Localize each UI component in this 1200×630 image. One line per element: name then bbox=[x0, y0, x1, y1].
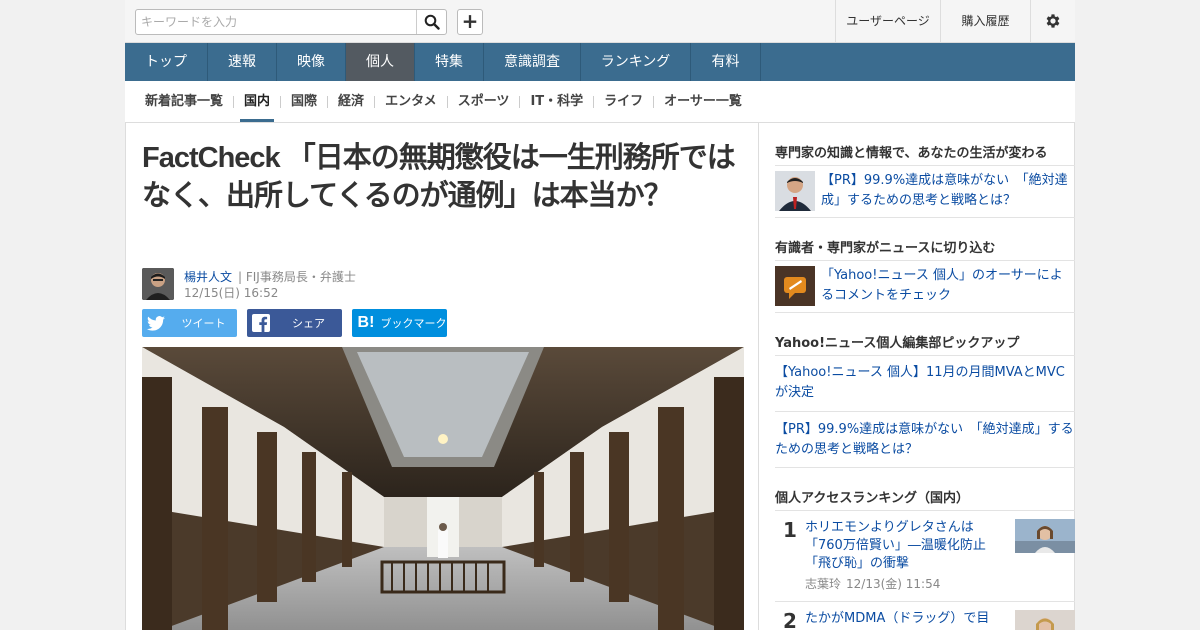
twitter-share-label: ツイート bbox=[181, 317, 226, 330]
divider bbox=[775, 312, 1075, 313]
news-photo bbox=[1015, 610, 1075, 630]
author-avatar[interactable] bbox=[142, 268, 174, 300]
subnav-sports[interactable]: スポーツ bbox=[448, 81, 520, 122]
ranking-item-author: 志葉玲 bbox=[805, 577, 842, 591]
facebook-icon bbox=[247, 309, 275, 337]
settings-button[interactable] bbox=[1030, 0, 1075, 42]
top-bar: + ユーザーページ 購入履歴 bbox=[125, 0, 1075, 43]
nav-individual[interactable]: 個人 bbox=[346, 43, 415, 81]
plus-icon: + bbox=[461, 9, 479, 33]
subnav-life[interactable]: ライフ bbox=[594, 81, 653, 122]
author-photo bbox=[142, 268, 174, 300]
subnav-international[interactable]: 国際 bbox=[281, 81, 327, 122]
subnav-it-science[interactable]: IT・科学 bbox=[520, 81, 593, 122]
comment-pen-icon bbox=[775, 266, 815, 306]
search-button[interactable] bbox=[416, 10, 446, 34]
nav-ranking[interactable]: ランキング bbox=[581, 43, 691, 81]
subnav-author-list[interactable]: オーサー一覧 bbox=[654, 81, 752, 122]
search-input[interactable] bbox=[136, 10, 418, 34]
twitter-share-button[interactable]: ツイート bbox=[142, 309, 237, 337]
user-page-link[interactable]: ユーザーページ bbox=[835, 0, 940, 42]
nav-paid[interactable]: 有料 bbox=[691, 43, 761, 81]
author-comment-link[interactable]: 「Yahoo!ニュース 個人」のオーサーによるコメントをチェック bbox=[821, 266, 1075, 306]
subnav-domestic[interactable]: 国内 bbox=[234, 81, 280, 122]
expert-thumbnail[interactable] bbox=[775, 171, 815, 211]
ranking-item-thumbnail[interactable] bbox=[1015, 519, 1075, 553]
add-button[interactable]: + bbox=[457, 9, 483, 35]
article-hero-image bbox=[142, 347, 744, 630]
hatena-bookmark-button[interactable]: B! ブックマーク bbox=[352, 309, 447, 337]
subnav-entertainment[interactable]: エンタメ bbox=[375, 81, 447, 122]
author-role: | FIJ事務局長・弁護士 bbox=[238, 270, 356, 284]
expert-section-heading: 専門家の知識と情報で、あなたの生活が変わる bbox=[775, 146, 1048, 161]
gear-icon bbox=[1046, 14, 1060, 28]
ranking-number: 1 bbox=[783, 518, 797, 542]
nav-top[interactable]: トップ bbox=[125, 43, 208, 81]
article-date: 12/15(日) 16:52 bbox=[184, 286, 279, 300]
news-photo bbox=[1015, 519, 1075, 553]
ranking-item-title[interactable]: たかがMDMA（ドラッグ）で目 bbox=[805, 610, 1005, 628]
pickup-link[interactable]: 【PR】99.9%達成は意味がない 「絶対達成」するための思考と戦略とは？ bbox=[775, 420, 1075, 460]
author-name[interactable]: 楊井人文 bbox=[184, 268, 232, 285]
divider bbox=[775, 601, 1075, 602]
article: FactCheck 「日本の無期懲役は一生刑務所ではなく、出所してくるのが通例」… bbox=[125, 122, 759, 630]
ranking-item-date: 12/13(金) 11:54 bbox=[846, 577, 941, 591]
divider bbox=[775, 467, 1075, 468]
nav-breaking[interactable]: 速報 bbox=[208, 43, 277, 81]
ranking-item-title[interactable]: ホリエモンよりグレタさんは「760万倍賢い」―温暖化防止「飛び恥」の衝撃 bbox=[805, 519, 1005, 573]
pickup-link[interactable]: 【Yahoo!ニュース 個人】11月の月間MVAとMVCが決定 bbox=[775, 363, 1065, 403]
commentary-section-heading: 有識者・専門家がニュースに切り込む bbox=[775, 241, 996, 256]
nav-survey[interactable]: 意識調査 bbox=[484, 43, 581, 81]
ranking-heading: 個人アクセスランキング（国内） bbox=[775, 491, 969, 506]
ranking-item-thumbnail[interactable] bbox=[1015, 610, 1075, 630]
divider bbox=[775, 260, 1075, 261]
expert-pr-link[interactable]: 【PR】99.9%達成は意味がない 「絶対達成」するための思考と戦略とは？ bbox=[821, 171, 1075, 211]
divider bbox=[775, 355, 1075, 356]
search-icon bbox=[424, 14, 440, 30]
hatena-bookmark-label: ブックマーク bbox=[380, 317, 447, 330]
ranking-number: 2 bbox=[783, 609, 797, 630]
article-title: FactCheck 「日本の無期懲役は一生刑務所ではなく、出所してくるのが通例」… bbox=[142, 142, 736, 212]
divider bbox=[775, 217, 1075, 218]
prison-corridor-photo bbox=[142, 347, 744, 630]
subnav-economy[interactable]: 経済 bbox=[328, 81, 374, 122]
person-photo bbox=[775, 171, 815, 211]
purchase-history-link[interactable]: 購入履歴 bbox=[940, 0, 1030, 42]
hatena-bookmark-icon: B! bbox=[357, 314, 375, 331]
divider bbox=[775, 510, 1075, 511]
divider bbox=[775, 165, 1075, 166]
twitter-icon bbox=[142, 309, 170, 337]
facebook-share-button[interactable]: シェア bbox=[247, 309, 342, 337]
editor-pickup-heading: Yahoo!ニュース個人編集部ピックアップ bbox=[775, 336, 1020, 351]
main-nav: トップ 速報 映像 個人 特集 意識調査 ランキング 有料 bbox=[125, 43, 1075, 81]
subnav-new-articles[interactable]: 新着記事一覧 bbox=[135, 81, 233, 122]
sidebar: 専門家の知識と情報で、あなたの生活が変わる 【PR】99.9%達成は意味がない … bbox=[759, 122, 1075, 630]
nav-video[interactable]: 映像 bbox=[277, 43, 346, 81]
sub-nav: 新着記事一覧 国内 国際 経済 エンタメ スポーツ IT・科学 ライフ オーサー… bbox=[135, 81, 752, 122]
divider bbox=[775, 411, 1075, 412]
comment-thumbnail[interactable] bbox=[775, 266, 815, 306]
facebook-share-label: シェア bbox=[292, 317, 325, 330]
nav-features[interactable]: 特集 bbox=[415, 43, 484, 81]
search-box bbox=[135, 9, 447, 35]
